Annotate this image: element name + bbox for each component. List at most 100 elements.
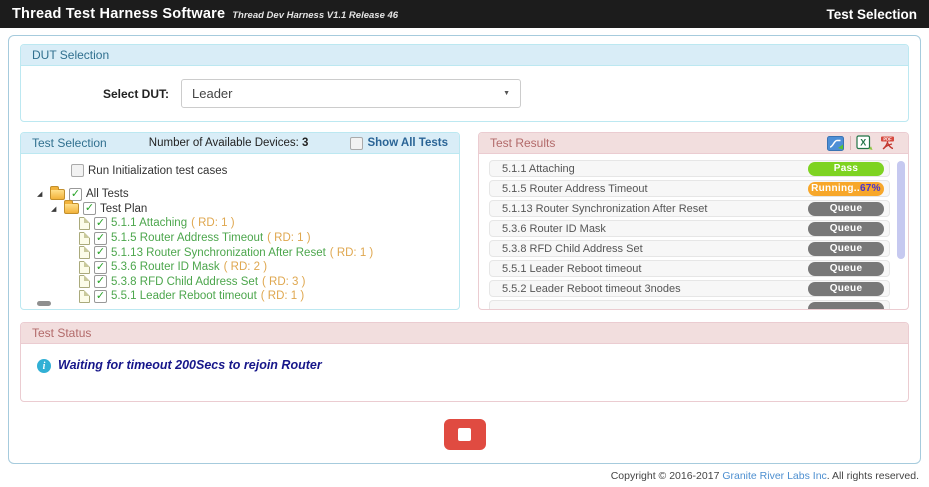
test-item-label: 5.1.1 Attaching	[111, 217, 187, 229]
tree-node-all-tests[interactable]: ◢ ✓ All Tests	[37, 187, 459, 202]
document-icon	[79, 290, 90, 303]
test-item-checkbox[interactable]: ✓	[94, 246, 107, 259]
select-dut-label: Select DUT:	[21, 87, 181, 101]
status-badge-label: Queue	[830, 283, 863, 294]
test-item-rd-label: ( RD: 1 )	[191, 217, 234, 229]
result-row[interactable]: 5.3.8 RFD Child Address Set Queue	[489, 240, 890, 257]
app-header: Thread Test Harness Software Thread Dev …	[0, 0, 929, 28]
available-devices-count: 3	[302, 137, 308, 149]
result-test-name: 5.5.2 Leader Reboot timeout 3nodes	[502, 283, 808, 295]
test-item-rd-label: ( RD: 2 )	[224, 261, 267, 273]
status-badge-progress: 67%	[860, 183, 881, 194]
vertical-scrollbar-thumb[interactable]	[897, 161, 905, 259]
page-title: Test Selection	[826, 7, 917, 22]
status-badge-label: Pass	[834, 163, 859, 174]
app-version-subtitle: Thread Dev Harness V1.1 Release 46	[232, 10, 398, 21]
status-badge-label: Queue	[830, 263, 863, 274]
stop-button-row	[20, 419, 909, 450]
result-test-name: 5.5.1 Leader Reboot timeout	[502, 263, 808, 275]
all-tests-label: All Tests	[86, 188, 129, 200]
app-title: Thread Test Harness Software	[12, 6, 225, 22]
test-item-label: 5.3.8 RFD Child Address Set	[111, 276, 258, 288]
horizontal-scrollbar-thumb[interactable]	[37, 301, 51, 306]
dut-selection-panel: DUT Selection Select DUT: Leader ▼	[20, 44, 909, 122]
run-init-label: Run Initialization test cases	[88, 165, 227, 177]
result-row[interactable]: 5.1.13 Router Synchronization After Rese…	[489, 200, 890, 217]
result-row[interactable]: 5.5.1 Leader Reboot timeout Queue	[489, 260, 890, 277]
show-all-tests-toggle[interactable]: Show All Tests	[350, 137, 448, 150]
tree-expander-icon[interactable]: ◢	[37, 190, 46, 198]
test-results-panel: Test Results X	[478, 132, 909, 310]
status-message: Waiting for timeout 200Secs to rejoin Ro…	[58, 358, 322, 372]
result-test-name: 5.3.8 RFD Child Address Set	[502, 243, 808, 255]
available-devices-label: Number of Available Devices: 3	[149, 137, 309, 149]
tree-expander-icon[interactable]: ◢	[51, 205, 60, 213]
result-row[interactable]: 5.3.6 Router ID Mask Queue	[489, 220, 890, 237]
status-badge: Queue	[808, 282, 884, 296]
result-row[interactable]: 5.1.1 Attaching Pass	[489, 160, 890, 177]
pdf-export-button[interactable]: PDF	[879, 135, 897, 151]
dut-select-dropdown[interactable]: Leader ▼	[181, 79, 521, 108]
test-results-title: Test Results	[490, 136, 555, 150]
test-item-checkbox[interactable]: ✓	[94, 275, 107, 288]
test-item-label: 5.1.5 Router Address Timeout	[111, 232, 263, 244]
test-plan-checkbox[interactable]: ✓	[83, 202, 96, 215]
tree-node-test-plan[interactable]: ◢ ✓ Test Plan	[51, 202, 459, 217]
app-branding: Thread Test Harness Software Thread Dev …	[12, 6, 826, 22]
document-icon	[79, 217, 90, 230]
test-tree: ◢ ✓ All Tests ◢ ✓ Test Plan	[35, 187, 459, 304]
folder-icon	[64, 203, 79, 214]
tree-test-item[interactable]: ✓ 5.1.1 Attaching ( RD: 1 )	[79, 216, 459, 231]
pdf-export-icon: PDF	[879, 135, 897, 151]
test-status-title: Test Status	[32, 326, 91, 340]
test-plan-label: Test Plan	[100, 203, 147, 215]
line-chart-export-icon	[827, 136, 845, 151]
tree-test-item[interactable]: ✓ 5.3.8 RFD Child Address Set ( RD: 3 )	[79, 275, 459, 290]
middle-row: Test Selection Number of Available Devic…	[20, 132, 909, 310]
test-results-body: 5.1.1 Attaching Pass 5.1.5 Router Addres…	[479, 154, 908, 309]
test-item-checkbox[interactable]: ✓	[94, 261, 107, 274]
status-badge: Running..67%	[808, 182, 884, 196]
chart-export-button[interactable]	[827, 136, 845, 151]
status-badge-label: Queue	[830, 223, 863, 234]
dut-selection-header: DUT Selection	[21, 45, 908, 66]
result-row[interactable]	[489, 300, 890, 309]
status-badge-label: Queue	[830, 203, 863, 214]
test-tree-body: Run Initialization test cases ◢ ✓ All Te…	[21, 154, 459, 309]
company-link[interactable]: Granite River Labs Inc	[722, 470, 826, 482]
result-test-name: 5.1.1 Attaching	[502, 163, 808, 175]
excel-export-button[interactable]: X	[856, 135, 874, 151]
tree-test-item[interactable]: ✓ 5.1.5 Router Address Timeout ( RD: 1 )	[79, 231, 459, 246]
export-toolbar: X PDF	[827, 135, 897, 151]
run-init-checkbox[interactable]	[71, 164, 84, 177]
test-selection-header: Test Selection Number of Available Devic…	[21, 133, 459, 154]
run-init-row[interactable]: Run Initialization test cases	[71, 164, 459, 177]
tree-test-item[interactable]: ✓ 5.5.1 Leader Reboot timeout ( RD: 1 )	[79, 289, 459, 304]
status-badge: Queue	[808, 262, 884, 276]
tree-test-item[interactable]: ✓ 5.1.13 Router Synchronization After Re…	[79, 245, 459, 260]
result-row[interactable]: 5.5.2 Leader Reboot timeout 3nodes Queue	[489, 280, 890, 297]
test-item-checkbox[interactable]: ✓	[94, 232, 107, 245]
stop-button[interactable]	[444, 419, 486, 450]
show-all-tests-checkbox[interactable]	[350, 137, 363, 150]
svg-text:X: X	[860, 138, 866, 148]
document-icon	[79, 246, 90, 259]
status-badge: Queue	[808, 222, 884, 236]
results-list: 5.1.1 Attaching Pass 5.1.5 Router Addres…	[489, 160, 890, 309]
dut-selection-body: Select DUT: Leader ▼	[21, 66, 908, 121]
test-item-checkbox[interactable]: ✓	[94, 290, 107, 303]
all-tests-checkbox[interactable]: ✓	[69, 188, 82, 201]
status-badge: Queue	[808, 242, 884, 256]
footer: Copyright © 2016-2017 Granite River Labs…	[0, 464, 929, 482]
tree-test-item[interactable]: ✓ 5.3.6 Router ID Mask ( RD: 2 )	[79, 260, 459, 275]
result-row[interactable]: 5.1.5 Router Address Timeout Running..67…	[489, 180, 890, 197]
test-item-rd-label: ( RD: 3 )	[262, 276, 305, 288]
result-test-name: 5.3.6 Router ID Mask	[502, 223, 808, 235]
copyright-text: Copyright © 2016-2017	[611, 470, 723, 482]
excel-export-icon: X	[856, 135, 874, 151]
toolbar-divider	[850, 136, 851, 150]
dut-selection-title: DUT Selection	[32, 48, 109, 62]
test-item-checkbox[interactable]: ✓	[94, 217, 107, 230]
test-status-header: Test Status	[21, 323, 908, 344]
chevron-down-icon: ▼	[503, 90, 510, 97]
